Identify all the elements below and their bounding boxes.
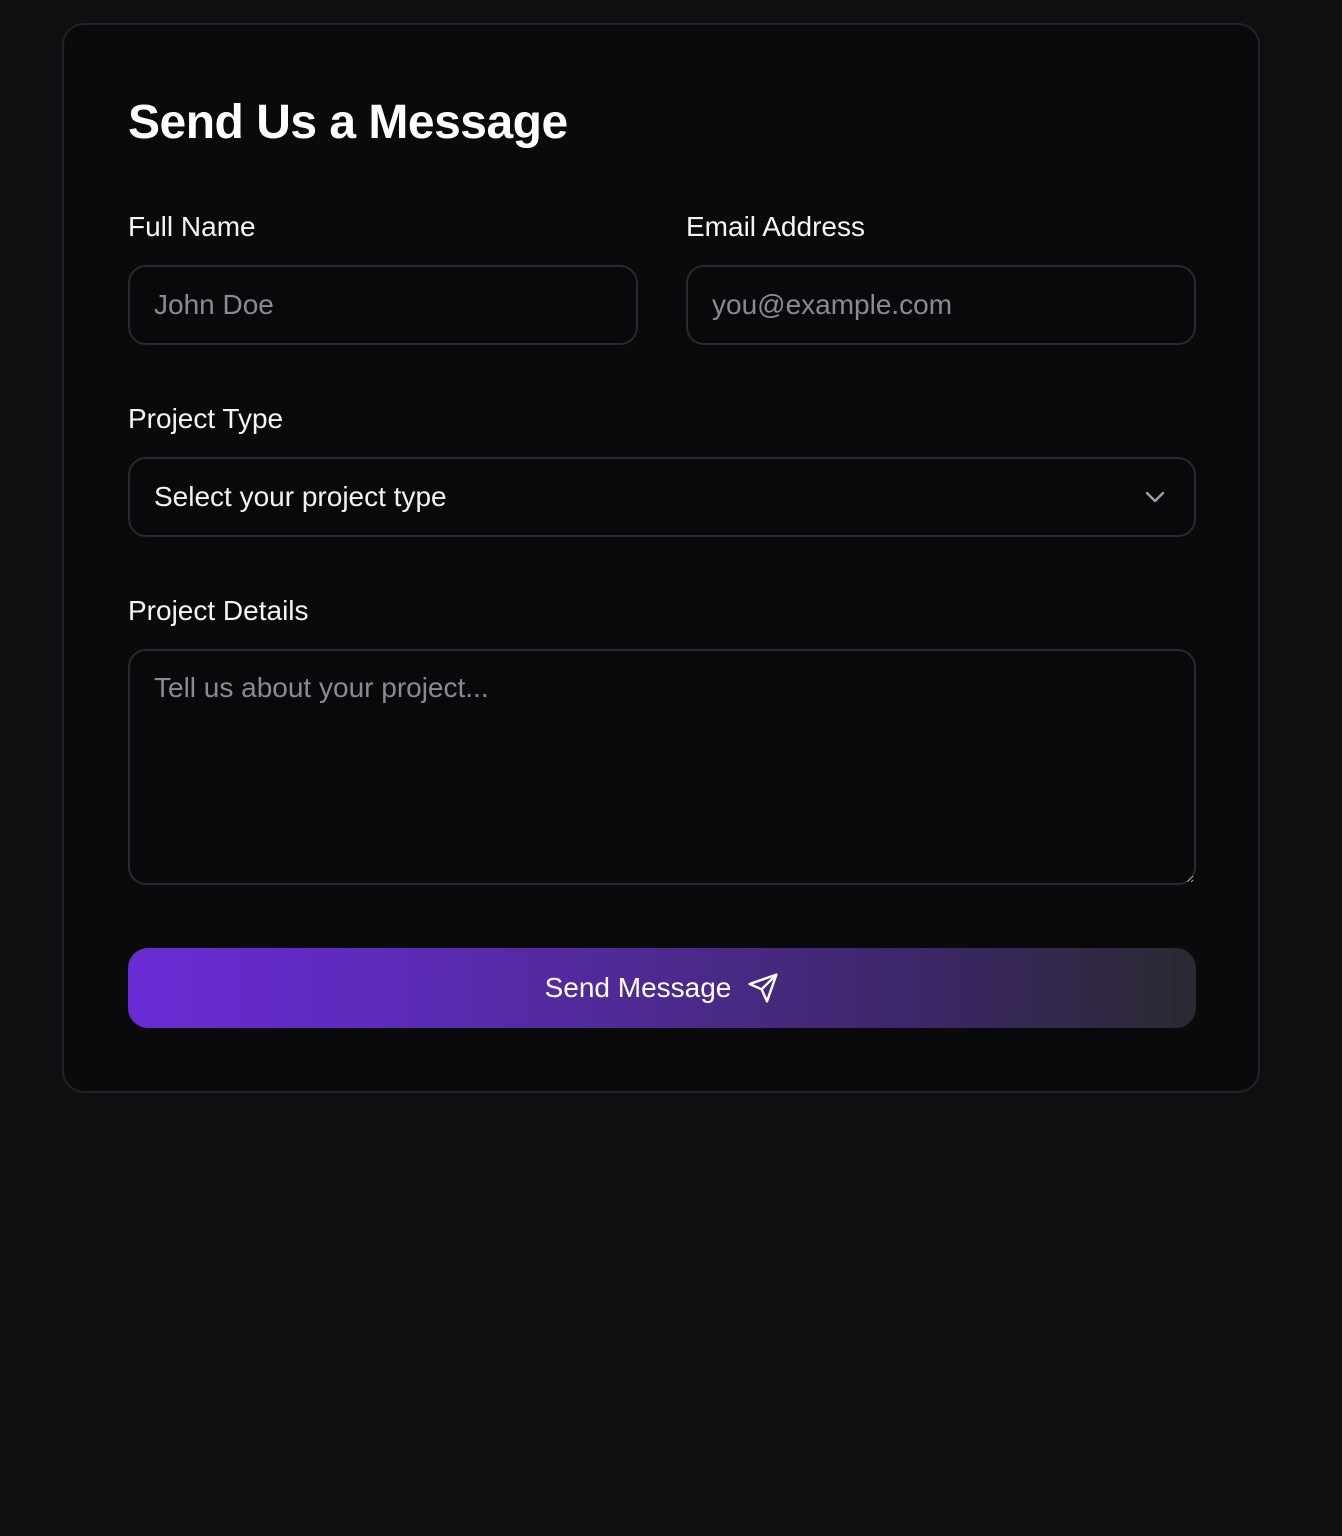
contact-form-card: Send Us a Message Full Name Email Addres… [62,23,1260,1093]
project-type-label: Project Type [128,403,284,434]
project-details-textarea[interactable] [128,649,1196,885]
send-icon [747,972,779,1004]
project-type-selected-value: Select your project type [154,481,447,512]
full-name-input[interactable] [128,265,638,345]
email-address-label: Email Address [686,211,865,242]
email-input[interactable] [686,265,1196,345]
full-name-label: Full Name [128,211,256,242]
form-title: Send Us a Message [128,96,568,149]
send-message-button[interactable]: Send Message [128,948,1196,1028]
project-details-label: Project Details [128,595,309,626]
chevron-down-icon [1144,486,1166,508]
project-type-select[interactable]: Select your project type [128,457,1196,537]
send-message-label: Send Message [544,972,732,1003]
